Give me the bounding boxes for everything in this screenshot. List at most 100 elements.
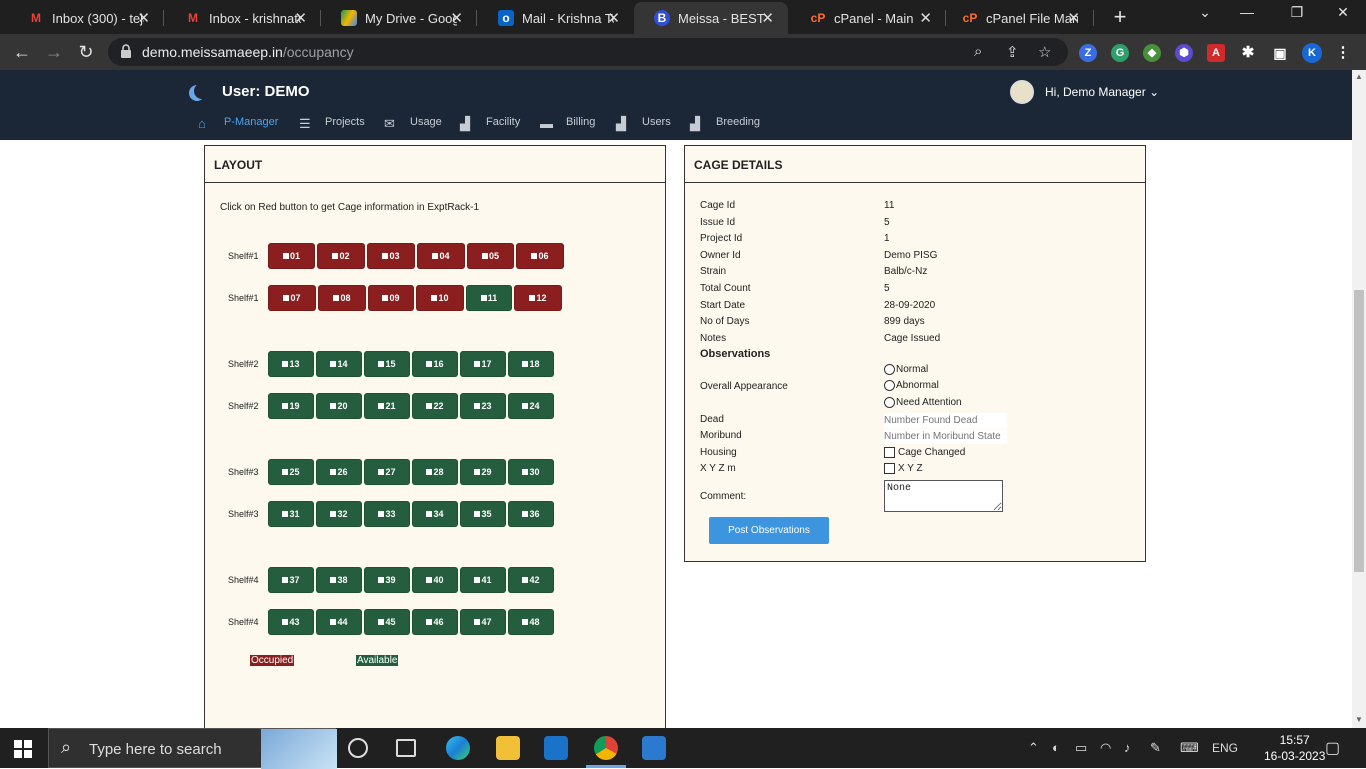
menu-item-projects[interactable]: ☰ Projects bbox=[299, 116, 365, 131]
forward-icon[interactable]: → bbox=[42, 40, 66, 64]
cage-button-23[interactable]: 23 bbox=[460, 393, 506, 419]
cage-button-27[interactable]: 27 bbox=[364, 459, 410, 485]
task-view-icon[interactable] bbox=[396, 739, 416, 757]
volume-icon[interactable]: ♪ bbox=[1124, 740, 1131, 755]
cage-button-31[interactable]: 31 bbox=[268, 501, 314, 527]
scroll-down-icon[interactable]: ▼ bbox=[1355, 715, 1363, 724]
post-observations-button[interactable]: Post Observations bbox=[709, 517, 829, 544]
address-bar[interactable]: demo.meissamaeep.in/occupancy ⌕ ⇪ ☆ bbox=[108, 38, 1068, 66]
browser-tab[interactable]: M Inbox (300) - teja ✕ bbox=[8, 2, 164, 34]
browser-tab[interactable]: o Mail - Krishna Tej ✕ bbox=[478, 2, 634, 34]
avatar[interactable] bbox=[1010, 80, 1034, 104]
close-window-icon[interactable]: ✕ bbox=[1328, 4, 1358, 21]
bookmark-star-icon[interactable]: ☆ bbox=[1038, 43, 1051, 61]
menu-item-breeding[interactable]: ▟ Breeding bbox=[690, 116, 760, 131]
profile-avatar[interactable]: K bbox=[1302, 43, 1322, 63]
cage-button-11[interactable]: 11 bbox=[466, 285, 512, 311]
browser-menu-icon[interactable]: ⋮ bbox=[1334, 44, 1352, 62]
wifi-icon[interactable]: ◠ bbox=[1100, 740, 1111, 756]
close-tab-icon[interactable]: ✕ bbox=[450, 9, 463, 27]
browser-tab[interactable]: cP cPanel - Main ✕ bbox=[790, 2, 946, 34]
tab-search-icon[interactable]: ⌄ bbox=[1190, 4, 1220, 21]
cage-button-30[interactable]: 30 bbox=[508, 459, 554, 485]
cage-changed-checkbox[interactable]: Cage Changed bbox=[884, 447, 965, 458]
cage-button-09[interactable]: 09 bbox=[368, 285, 414, 311]
cage-button-24[interactable]: 24 bbox=[508, 393, 554, 419]
edge-icon[interactable] bbox=[446, 736, 470, 760]
browser-tab[interactable]: cP cPanel File Manag✕ bbox=[942, 2, 1094, 34]
vscode-icon[interactable] bbox=[642, 736, 666, 760]
cage-button-34[interactable]: 34 bbox=[412, 501, 458, 527]
cage-button-20[interactable]: 20 bbox=[316, 393, 362, 419]
battery-icon[interactable]: ▭ bbox=[1075, 740, 1087, 756]
browser-tab[interactable]: B Meissa - BEST ✕ bbox=[634, 2, 788, 34]
windows-start-icon[interactable] bbox=[14, 740, 32, 758]
cage-button-15[interactable]: 15 bbox=[364, 351, 410, 377]
radio-normal[interactable]: Normal bbox=[884, 364, 928, 375]
cage-button-04[interactable]: 04 bbox=[417, 243, 465, 269]
close-tab-icon[interactable]: ✕ bbox=[1067, 9, 1080, 27]
cage-button-29[interactable]: 29 bbox=[460, 459, 506, 485]
clock[interactable]: 15:57 16-03-2023 bbox=[1264, 732, 1325, 764]
new-tab-button[interactable]: + bbox=[1108, 4, 1132, 30]
cage-button-05[interactable]: 05 bbox=[467, 243, 514, 269]
cage-button-32[interactable]: 32 bbox=[316, 501, 362, 527]
tray-chevron-icon[interactable]: ⌃ bbox=[1028, 740, 1039, 756]
cage-button-42[interactable]: 42 bbox=[508, 567, 554, 593]
cage-button-03[interactable]: 03 bbox=[367, 243, 415, 269]
radio-abnormal[interactable]: Abnormal bbox=[884, 380, 939, 391]
moribund-count-input[interactable] bbox=[884, 429, 1007, 444]
pen-icon[interactable]: ✎ bbox=[1150, 740, 1161, 756]
cage-button-10[interactable]: 10 bbox=[416, 285, 464, 311]
cage-button-02[interactable]: 02 bbox=[317, 243, 365, 269]
zoom-extension-icon[interactable]: Z bbox=[1079, 44, 1097, 62]
cortana-icon[interactable] bbox=[348, 738, 368, 758]
side-panel-icon[interactable]: ▣ bbox=[1271, 44, 1289, 62]
browser-tab[interactable]: M Inbox - krishnatej ✕ bbox=[165, 2, 321, 34]
chrome-icon[interactable] bbox=[594, 736, 618, 760]
cage-button-16[interactable]: 16 bbox=[412, 351, 458, 377]
menu-item-billing[interactable]: ▬ Billing bbox=[540, 116, 595, 131]
cage-button-19[interactable]: 19 bbox=[268, 393, 314, 419]
cage-button-06[interactable]: 06 bbox=[516, 243, 564, 269]
cage-button-41[interactable]: 41 bbox=[460, 567, 506, 593]
back-icon[interactable]: ← bbox=[10, 40, 34, 64]
cage-button-36[interactable]: 36 bbox=[508, 501, 554, 527]
cage-button-33[interactable]: 33 bbox=[364, 501, 410, 527]
extension-icon[interactable]: ◆ bbox=[1143, 44, 1161, 62]
cage-button-17[interactable]: 17 bbox=[460, 351, 506, 377]
scrollbar-thumb[interactable] bbox=[1354, 290, 1364, 572]
browser-tab[interactable]: My Drive - Google✕ bbox=[321, 2, 477, 34]
zoom-icon[interactable]: ⌕ bbox=[974, 43, 982, 60]
cage-button-26[interactable]: 26 bbox=[316, 459, 362, 485]
cage-button-07[interactable]: 07 bbox=[268, 285, 316, 311]
comment-textarea[interactable]: None bbox=[884, 480, 1003, 512]
cage-button-18[interactable]: 18 bbox=[508, 351, 554, 377]
scroll-up-icon[interactable]: ▲ bbox=[1355, 72, 1363, 81]
cage-button-28[interactable]: 28 bbox=[412, 459, 458, 485]
cage-button-40[interactable]: 40 bbox=[412, 567, 458, 593]
grammarly-extension-icon[interactable]: G bbox=[1111, 44, 1129, 62]
restore-icon[interactable]: ❐ bbox=[1282, 4, 1312, 21]
cage-button-35[interactable]: 35 bbox=[460, 501, 506, 527]
cage-button-13[interactable]: 13 bbox=[268, 351, 314, 377]
cage-button-12[interactable]: 12 bbox=[514, 285, 562, 311]
language-indicator[interactable]: ENG bbox=[1212, 741, 1238, 755]
close-tab-icon[interactable]: ✕ bbox=[294, 9, 307, 27]
file-explorer-icon[interactable] bbox=[496, 736, 520, 760]
cage-button-21[interactable]: 21 bbox=[364, 393, 410, 419]
xyz-checkbox[interactable]: X Y Z bbox=[884, 463, 923, 474]
cage-button-08[interactable]: 08 bbox=[318, 285, 366, 311]
cage-button-48[interactable]: 48 bbox=[508, 609, 554, 635]
menu-item-facility[interactable]: ▟ Facility bbox=[460, 116, 520, 131]
keyboard-icon[interactable]: ⌨ bbox=[1180, 740, 1199, 756]
menu-item-usage[interactable]: ✉ Usage bbox=[384, 116, 442, 131]
cage-button-44[interactable]: 44 bbox=[316, 609, 362, 635]
pdf-extension-icon[interactable]: A bbox=[1207, 44, 1225, 62]
cage-button-47[interactable]: 47 bbox=[460, 609, 506, 635]
cage-button-43[interactable]: 43 bbox=[268, 609, 314, 635]
mail-icon[interactable] bbox=[544, 736, 568, 760]
taskbar-search-box[interactable]: ⌕ Type here to search bbox=[48, 728, 337, 769]
cage-button-37[interactable]: 37 bbox=[268, 567, 314, 593]
notification-icon[interactable]: ▢ bbox=[1325, 738, 1340, 758]
